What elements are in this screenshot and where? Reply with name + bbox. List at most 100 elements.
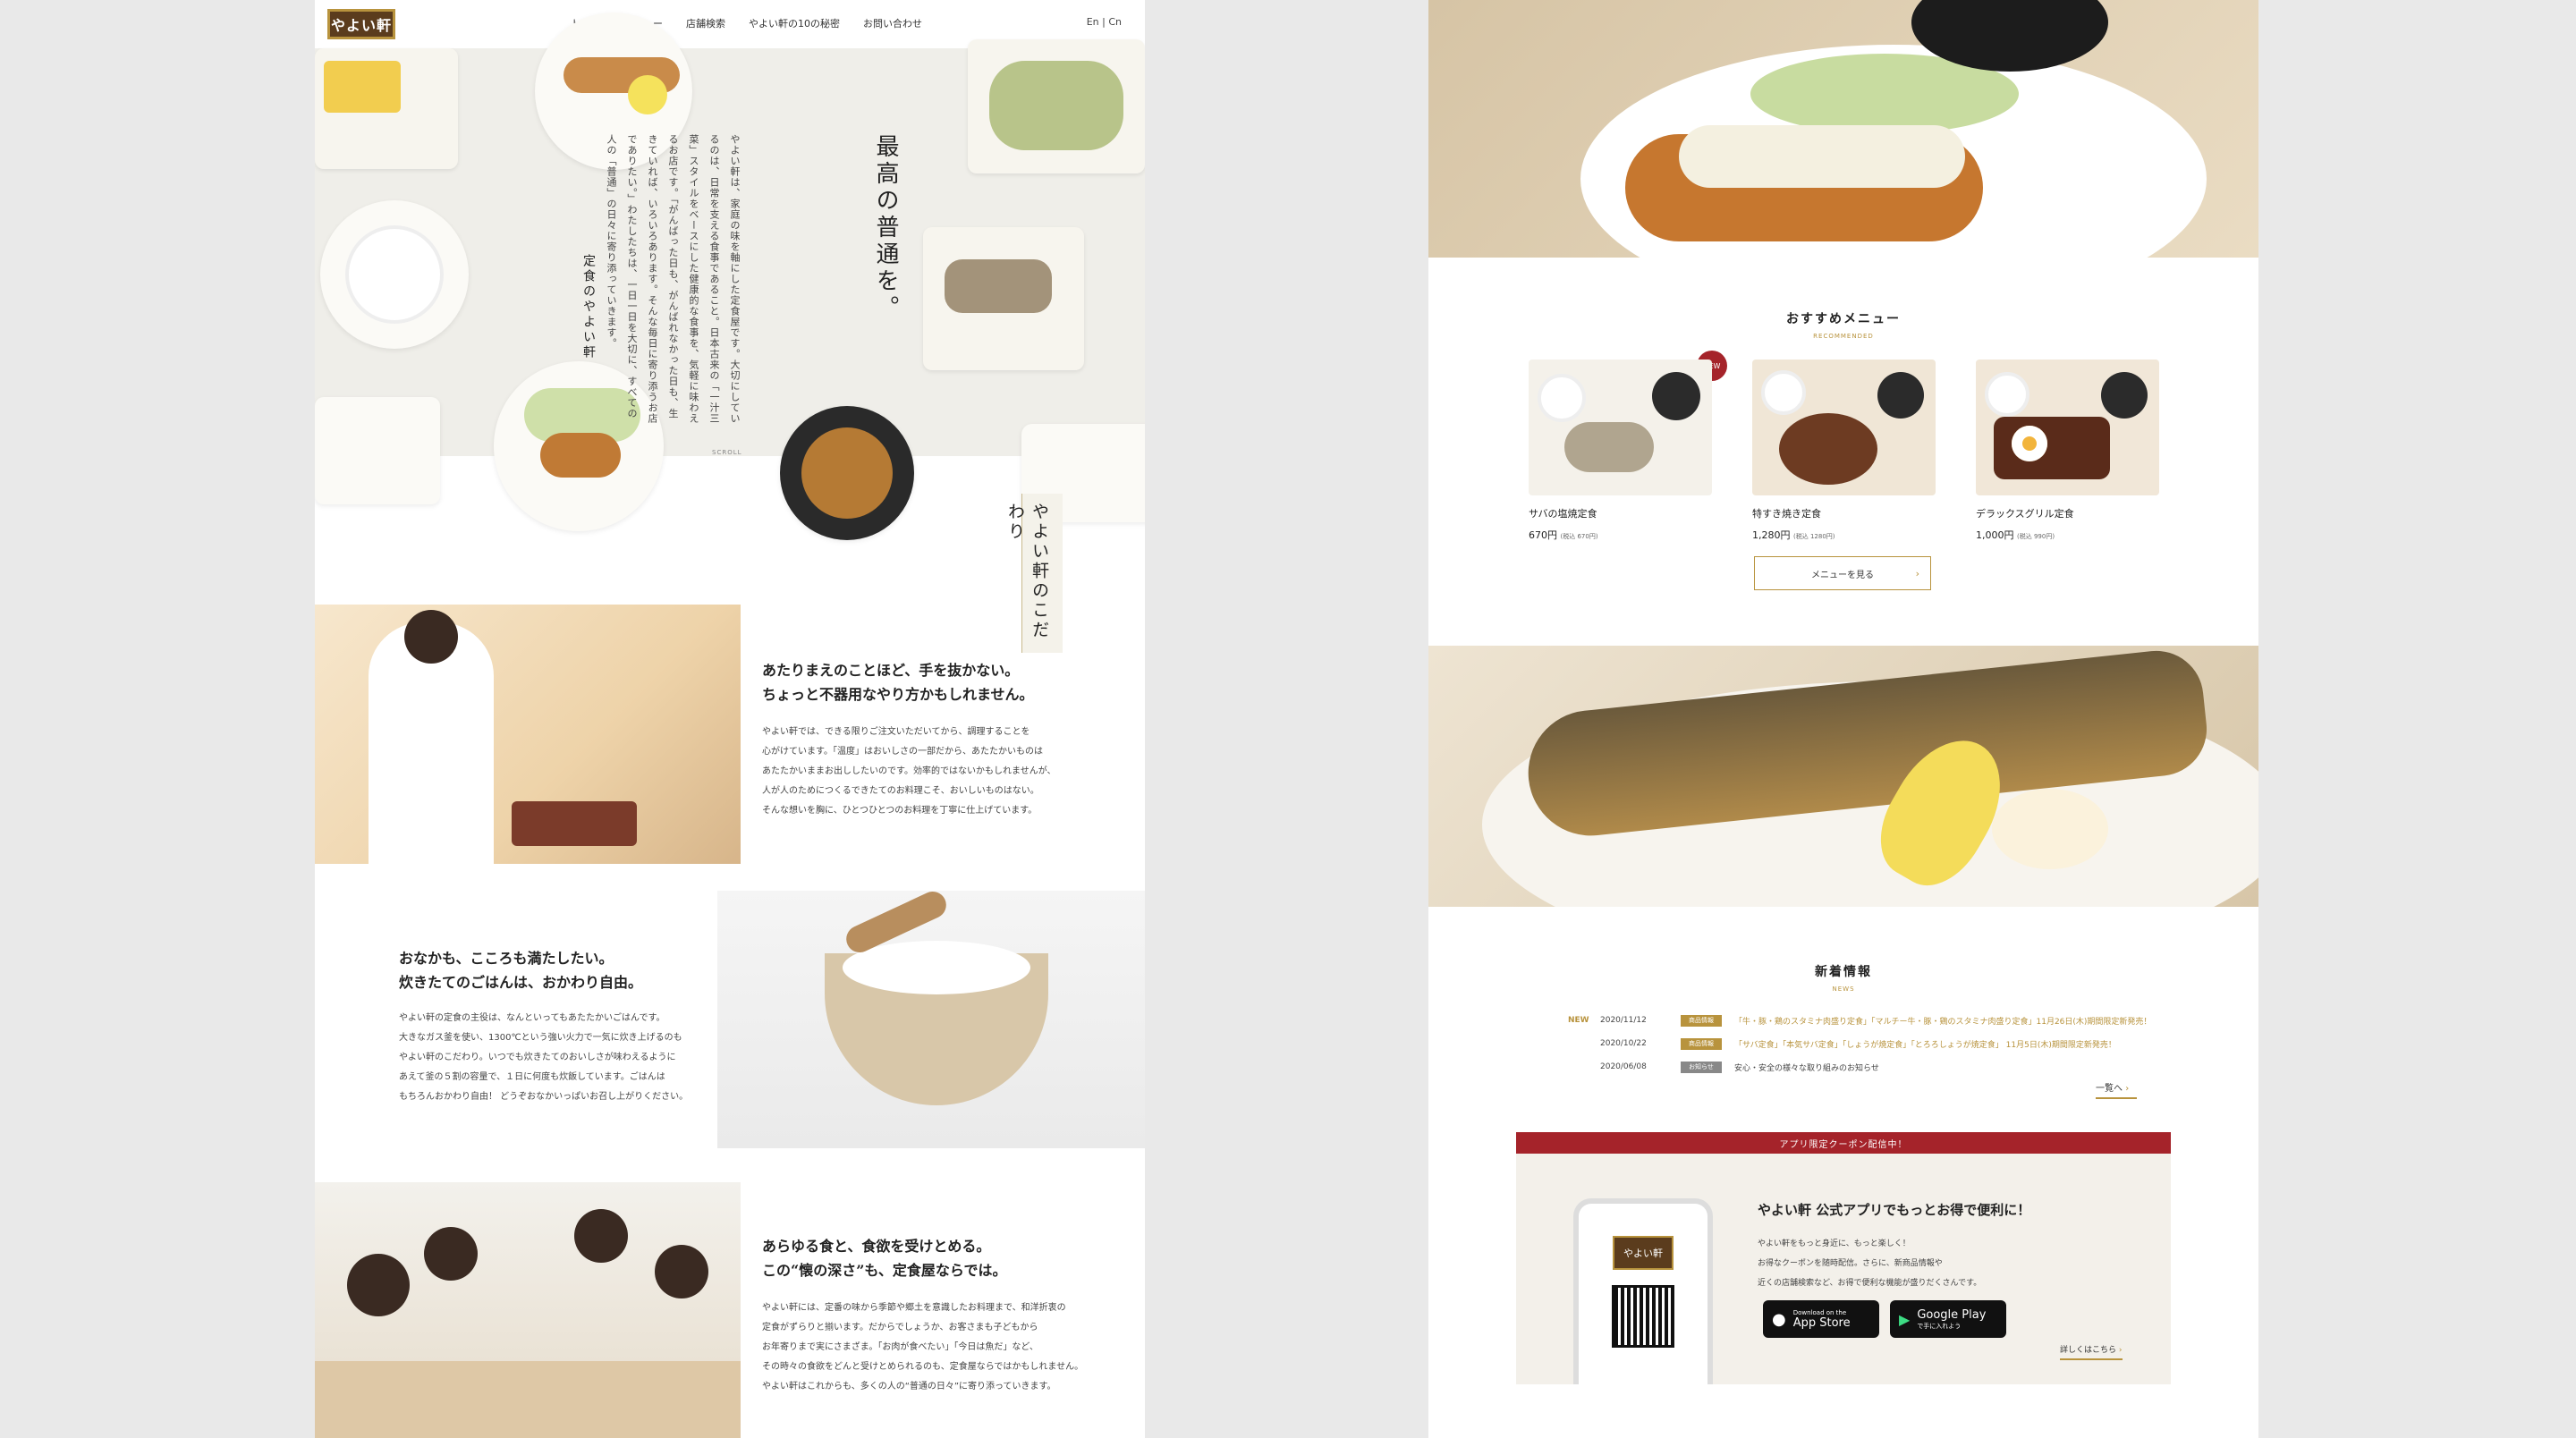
news-text[interactable]: 「牛・豚・鶏のスタミナ肉盛り定食」「マルチー牛・豚・鶏のスタミナ肉盛り定食」11… — [1734, 1015, 2151, 1027]
section1-body-line: 人が人のためにつくるできたてのお料理こそ、おいしいものはない。 — [762, 786, 1039, 796]
view-menu-button[interactable]: メニューを見る › — [1754, 556, 1931, 590]
nav-store-search[interactable]: 店舗検索 — [686, 16, 725, 38]
app-store-small: Download on the — [1792, 1308, 1847, 1316]
family-dining-photo — [315, 1182, 741, 1438]
google-play-button[interactable]: ▶ Google Play で手に入れよう — [1890, 1300, 2006, 1338]
news-tag: お知らせ — [1681, 1061, 1722, 1073]
qr-code-icon — [1612, 1285, 1674, 1348]
section3-heading-line2: この“懐の深さ”も、定食屋ならでは。 — [762, 1262, 1007, 1279]
news-text[interactable]: 「サバ定食」「本気サバ定食」「しょうが焼定食」「とろろしょうが焼定食」 11月5… — [1734, 1038, 2116, 1050]
miso-soup-bowl — [780, 406, 914, 540]
scroll-indicator[interactable]: SCROLL — [712, 449, 742, 456]
section2-body-line: やよい軒の定食の主役は、なんといってもあたたかいごはんです。 — [399, 1013, 665, 1023]
section1-body: やよい軒では、できる限りご注文いただいてから、調理することを 心がけています。「… — [762, 723, 1056, 821]
left-page-screenshot: やよい軒 トップ メニュー 店舗検索 やよい軒の10の秘密 お問い合わせ En … — [315, 0, 1145, 1438]
news-item[interactable]: 2020/10/22 商品情報 「サバ定食」「本気サバ定食」「しょうが焼定食」「… — [1568, 1034, 2194, 1053]
section2-body: やよい軒の定食の主役は、なんといってもあたたかいごはんです。 大きなガス釜を使い… — [399, 1009, 688, 1107]
section1-body-line: やよい軒では、できる限りご注文いただいてから、調理することを — [762, 727, 1030, 737]
menu-card-sukiyaki[interactable]: 特すき焼き定食 1,280円 (税込 1280円) — [1752, 360, 1936, 542]
price-tax: (税込 990円) — [2017, 533, 2055, 540]
rice-in-bowl — [843, 941, 1030, 994]
language-switch[interactable]: En | Cn — [1087, 16, 1122, 28]
app-store-button[interactable]: ● Download on the App Store — [1763, 1300, 1879, 1338]
miso-bowl — [1877, 372, 1924, 419]
staff-head — [404, 610, 458, 664]
saba-fish — [945, 259, 1052, 313]
menu-name: 特すき焼き定食 — [1752, 508, 1821, 520]
hero-body: やよい軒は、家庭の味を軸にした定食屋です。大切にしているのは、日常を支える食事で… — [606, 134, 741, 424]
stir-fry — [989, 61, 1123, 150]
stir-fry-plate — [968, 39, 1145, 173]
section1-heading: あたりまえのことほど、手を抜かない。 ちょっと不器用なやり方かもしれません。 — [762, 658, 1034, 706]
section1-body-line: そんな想いを胸に、ひとつひとつのお料理を丁寧に仕上げています。 — [762, 806, 1038, 816]
chevron-right-icon: › — [1915, 567, 1919, 579]
app-description-line: やよい軒をもっと身近に、もっと楽しく！ — [1758, 1239, 1911, 1248]
section3-body: やよい軒には、定番の味から季節や郷土を意識したお料理まで、和洋折衷の 定食がずら… — [762, 1298, 1083, 1397]
news-item[interactable]: NEW 2020/11/12 商品情報 「牛・豚・鶏のスタミナ肉盛り定食」「マル… — [1568, 1011, 2194, 1030]
menu-card-deluxe-grill[interactable]: デラックスグリル定食 1,000円 (税込 990円) — [1976, 360, 2159, 542]
section2-body-line: 大きなガス釜を使い、1300℃という強い火力で一気に炊き上げるのも — [399, 1033, 682, 1043]
phone-app-logo: やよい軒 — [1613, 1236, 1674, 1270]
recommended-heading: おすすめメニュー RECOMMENDED — [1428, 309, 2258, 340]
section3-body-line: その時々の食欲をどんと受けとめられるのも、定食屋ならではかもしれません。 — [762, 1362, 1084, 1372]
saba-fish — [1564, 422, 1654, 472]
section2-body-line: やよい軒のこだわり。いつでも炊きたてのおいしさが味わえるように — [399, 1053, 676, 1062]
news-heading: 新着情報 NEWS — [1428, 962, 2258, 993]
side-dish-plate — [315, 397, 440, 504]
menu-name: デラックスグリル定食 — [1976, 508, 2074, 520]
app-description-line: 近くの店舗検索など、お得で便利な機能が盛りだくさんです。 — [1758, 1279, 1982, 1288]
news-more-link[interactable]: 一覧へ › — [2096, 1080, 2137, 1099]
section2-heading-line1: おなかも、こころも満たしたい。 — [399, 950, 614, 967]
section1-heading-line2: ちょっと不器用なやり方かもしれません。 — [762, 686, 1034, 703]
rice-bowl — [1538, 374, 1586, 422]
menu-image — [1752, 360, 1936, 495]
section3-body-line: やよい軒はこれからも、多くの人の“普通の日々”に寄り添っていきます。 — [762, 1382, 1056, 1391]
grated-daikon — [1992, 789, 2108, 869]
section3-body-line: 定食がずらりと揃います。だからでしょうか、お客さまも子どもから — [762, 1323, 1038, 1332]
news-more-label: 一覧へ — [2096, 1084, 2123, 1094]
news-item[interactable]: 2020/06/08 お知らせ 安心・安全の様々な取り組みのお知らせ — [1568, 1057, 2194, 1077]
karaage — [540, 433, 621, 478]
price-value: 670円 — [1529, 529, 1557, 541]
hotplate — [1994, 417, 2110, 479]
section2-heading: おなかも、こころも満たしたい。 炊きたてのごはんは、おかわり自由。 — [399, 946, 642, 994]
nav-secrets[interactable]: やよい軒の10の秘密 — [749, 16, 840, 38]
grilled-saba-photo — [1428, 646, 2258, 907]
google-play-label: Google Play — [1917, 1307, 1987, 1322]
rice — [345, 225, 444, 324]
section3-body-line: お年寄りまで実にさまざま。「お肉が食べたい」「今日は魚だ」など、 — [762, 1342, 1038, 1352]
chevron-right-icon: › — [2118, 1346, 2123, 1355]
menu-image — [1529, 360, 1712, 495]
section3-body-line: やよい軒には、定番の味から季節や郷土を意識したお料理まで、和洋折衷の — [762, 1303, 1066, 1313]
section3-heading-line1: あらゆる食と、食欲を受けとめる。 — [762, 1238, 991, 1255]
phone-mockup: やよい軒 — [1573, 1198, 1713, 1384]
news-title: 新着情報 — [1815, 965, 1872, 979]
nav-contact[interactable]: お問い合わせ — [863, 16, 922, 38]
price-value: 1,280円 — [1752, 529, 1791, 541]
news-text[interactable]: 安心・安全の様々な取り組みのお知らせ — [1734, 1062, 1879, 1073]
news-tag: 商品情報 — [1681, 1037, 1722, 1050]
google-play-text: Google Play で手に入れよう — [1917, 1308, 1986, 1331]
staff-serving-photo — [315, 605, 741, 864]
app-title: やよい軒 公式アプリでもっとお得で便利に！ — [1758, 1202, 2031, 1218]
girl-head — [655, 1245, 708, 1298]
price-value: 1,000円 — [1976, 529, 2014, 541]
site-logo[interactable]: やよい軒 — [327, 9, 395, 39]
table — [315, 1361, 741, 1438]
sukiyaki-pot — [1779, 413, 1877, 485]
section2-body-line: あえて釜の５割の容量で、１日に何度も炊飯しています。ごはんは — [399, 1072, 665, 1082]
hero-signature: 定食のやよい軒 — [581, 254, 596, 360]
app-detail-link[interactable]: 詳しくはこちら › — [2060, 1343, 2123, 1360]
chevron-right-icon: › — [2125, 1084, 2130, 1094]
fried-egg — [2012, 426, 2047, 461]
news-new-label: NEW — [1568, 1016, 1589, 1025]
app-store-text: Download on the App Store — [1793, 1309, 1851, 1330]
app-coupon-banner: アプリ限定クーポン配信中！ — [1516, 1132, 2171, 1154]
news-date: 2020/10/22 — [1600, 1039, 1647, 1048]
app-detail-label: 詳しくはこちら — [2060, 1346, 2117, 1355]
view-menu-label: メニューを見る — [1811, 570, 1874, 580]
child-head — [347, 1254, 410, 1316]
menu-card-saba[interactable]: サバの塩焼定食 670円 (税込 670円) — [1529, 360, 1712, 542]
miso-bowl — [1652, 372, 1700, 420]
woman-head — [424, 1227, 478, 1281]
